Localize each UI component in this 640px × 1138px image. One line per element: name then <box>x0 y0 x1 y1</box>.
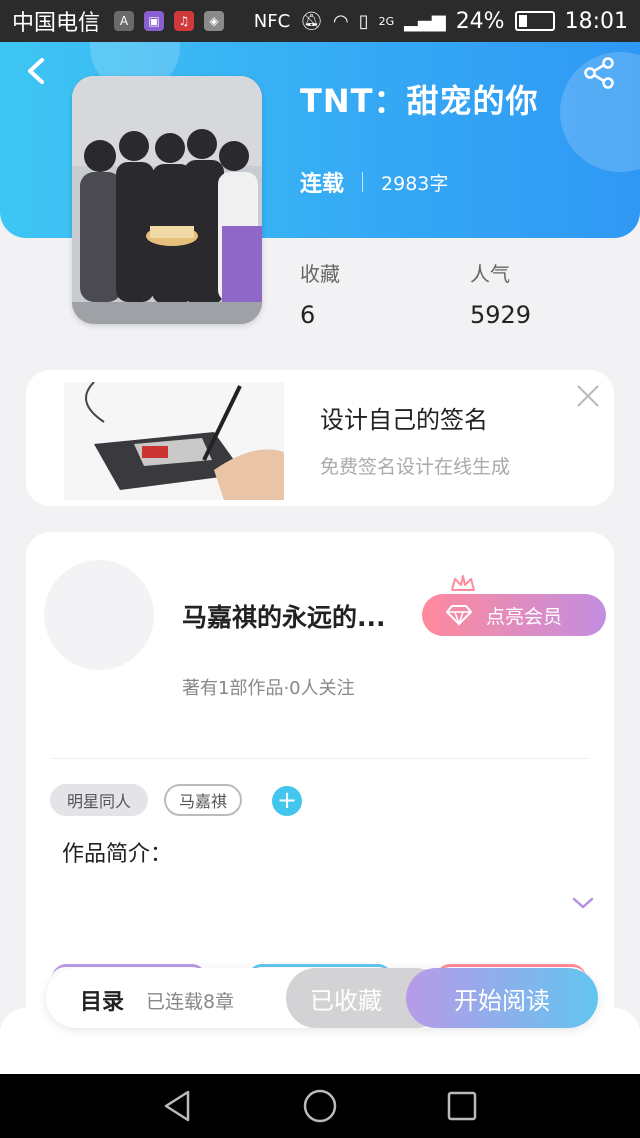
shield-app-icon: ◈ <box>204 11 225 31</box>
meta-divider <box>362 172 364 192</box>
carrier-label: 中国电信 <box>12 11 101 36</box>
author-card: 马嘉祺的永远的... 点亮会员 著有1部作品·0人关注 明星同人 马嘉祺 + 作… <box>26 532 614 1032</box>
book-meta: 连载 2983字 <box>300 166 448 198</box>
mute-icon: 🔕︎ <box>300 10 323 32</box>
author-name[interactable]: 马嘉祺的永远的... <box>182 598 386 634</box>
back-arrow-icon[interactable] <box>22 56 52 86</box>
divider <box>52 758 588 759</box>
favorites-stat: 收藏 6 <box>300 258 340 329</box>
nav-back-icon[interactable] <box>160 1088 196 1124</box>
avatar[interactable] <box>44 560 154 670</box>
author-info: 著有1部作品·0人关注 <box>182 678 355 699</box>
ad-card[interactable]: 设计自己的签名 免费签名设计在线生成 <box>26 370 614 506</box>
network-type: 2G <box>378 14 395 28</box>
sim-icon: ▯ <box>358 10 369 32</box>
add-tag-button[interactable]: + <box>272 786 302 816</box>
share-icon[interactable] <box>582 56 616 90</box>
popularity-value: 5929 <box>470 301 532 329</box>
cover-image <box>72 76 262 324</box>
diamond-icon <box>446 605 472 626</box>
plus-icon: + <box>276 786 298 814</box>
battery-icon <box>514 11 555 31</box>
close-icon[interactable] <box>574 382 602 410</box>
wifi-icon: ◠ <box>333 10 349 32</box>
ad-title: 设计自己的签名 <box>320 406 488 434</box>
nfc-icon: NFC <box>253 10 291 32</box>
tag-character[interactable]: 马嘉祺 <box>164 784 242 816</box>
book-title: TNT：甜宠的你 <box>300 82 539 120</box>
popularity-label: 人气 <box>470 262 510 286</box>
ad-image <box>64 382 284 500</box>
serial-status: 连载 <box>300 172 345 197</box>
battery-percent: 24% <box>455 8 505 34</box>
nav-recents-icon[interactable] <box>444 1088 480 1124</box>
chevron-down-icon[interactable] <box>570 894 596 912</box>
signal-icon: ▂▄▆ <box>404 10 446 32</box>
favorited-label: 已收藏 <box>310 986 382 1015</box>
start-reading-label: 开始阅读 <box>454 986 550 1015</box>
app-a-icon: A <box>114 11 135 31</box>
favorites-value: 6 <box>300 301 316 329</box>
vip-button[interactable]: 点亮会员 <box>422 594 606 636</box>
vip-label: 点亮会员 <box>486 605 563 628</box>
action-bar: 目录 已连载8章 已收藏 开始阅读 <box>46 968 598 1028</box>
toc-button[interactable]: 目录 <box>80 984 124 1016</box>
status-bar: 中国电信 A ▣ ♫ ◈ NFC 🔕︎ ◠ ▯ 2G ▂▄▆ 24% 18:01 <box>0 0 640 42</box>
popularity-stat: 人气 5929 <box>470 258 531 329</box>
gallery-app-icon: ▣ <box>144 11 165 31</box>
crown-icon <box>451 575 475 591</box>
system-nav-bar <box>0 1074 640 1138</box>
start-reading-button[interactable]: 开始阅读 <box>406 968 598 1028</box>
music-app-icon: ♫ <box>174 11 195 31</box>
favorites-label: 收藏 <box>300 262 340 286</box>
nav-home-icon[interactable] <box>302 1088 338 1124</box>
clock: 18:01 <box>564 8 628 34</box>
word-count: 2983字 <box>381 172 449 195</box>
ad-subtitle: 免费签名设计在线生成 <box>320 456 511 478</box>
intro-label: 作品简介： <box>62 842 173 867</box>
chapter-count: 已连载8章 <box>146 991 235 1013</box>
tag-category[interactable]: 明星同人 <box>50 784 148 816</box>
book-cover[interactable] <box>72 76 262 324</box>
